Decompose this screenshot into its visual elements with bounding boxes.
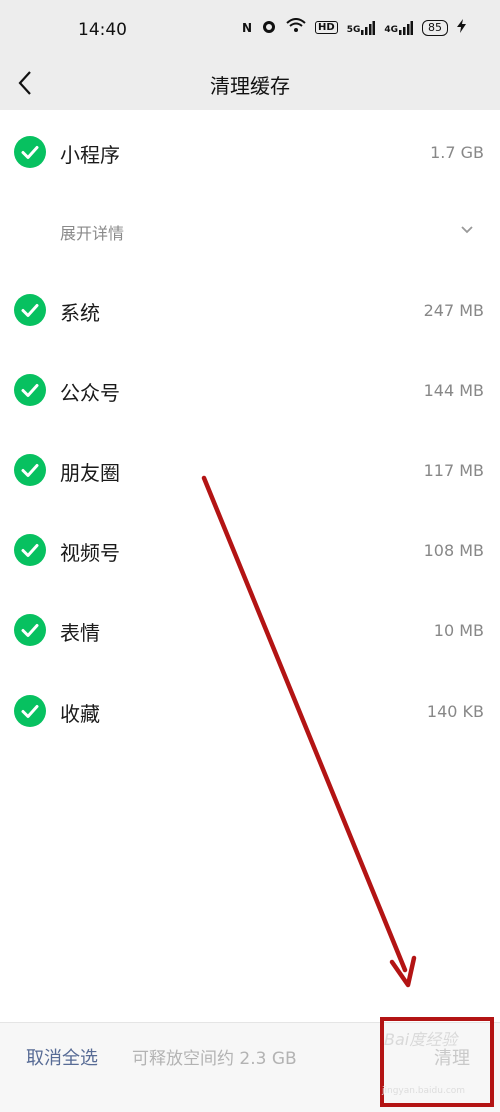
expand-details-row[interactable]: 展开详情 <box>0 200 500 260</box>
cache-item-label: 表情 <box>60 621 100 645</box>
status-time: 14:40 <box>78 20 127 40</box>
check-icon[interactable] <box>14 614 46 646</box>
hd-icon: HD <box>315 21 338 34</box>
check-icon[interactable] <box>14 695 46 727</box>
check-icon[interactable] <box>14 534 46 566</box>
check-icon[interactable] <box>14 374 46 406</box>
cache-item-channels[interactable]: 视频号 108 MB <box>0 520 500 580</box>
cache-item-favorites[interactable]: 收藏 140 KB <box>0 681 500 741</box>
free-space-text: 可释放空间约 2.3 GB <box>132 1049 297 1069</box>
status-icons: N HD 5G 4G 85 <box>242 18 466 37</box>
cache-item-mini-programs[interactable]: 小程序 1.7 GB <box>0 122 500 182</box>
chevron-down-icon <box>461 226 473 234</box>
cache-item-official-accounts[interactable]: 公众号 144 MB <box>0 360 500 420</box>
cache-item-size: 247 MB <box>423 301 484 320</box>
signal-5g-label: 5G <box>346 24 361 35</box>
check-icon[interactable] <box>14 136 46 168</box>
cache-item-label: 收藏 <box>60 702 100 726</box>
battery-icon: 85 <box>422 19 448 36</box>
watermark-url: jingyan.baidu.com <box>382 1086 466 1096</box>
check-icon[interactable] <box>14 454 46 486</box>
signal-4g-icon: 4G <box>384 20 413 35</box>
wifi-icon <box>286 18 306 37</box>
page-title: 清理缓存 <box>210 74 290 98</box>
deselect-all-button[interactable]: 取消全选 <box>26 1044 98 1070</box>
cache-item-label: 公众号 <box>60 381 120 405</box>
charging-icon <box>457 19 466 36</box>
check-icon[interactable] <box>14 294 46 326</box>
nfc-icon: N <box>241 20 253 35</box>
cache-item-size: 1.7 GB <box>430 143 484 162</box>
cache-item-system[interactable]: 系统 247 MB <box>0 280 500 340</box>
cache-item-size: 140 KB <box>426 702 484 721</box>
cache-item-moments[interactable]: 朋友圈 117 MB <box>0 440 500 500</box>
cache-item-stickers[interactable]: 表情 10 MB <box>0 600 500 660</box>
alarm-icon <box>261 18 277 37</box>
nav-bar: 清理缓存 <box>0 58 500 110</box>
signal-4g-label: 4G <box>384 24 398 35</box>
cache-item-label: 系统 <box>60 301 100 325</box>
signal-5g-icon: 5G <box>346 20 376 35</box>
cache-item-label: 小程序 <box>60 143 120 167</box>
cache-item-size: 117 MB <box>423 461 484 480</box>
watermark-text: Bai度经验 <box>384 1030 458 1049</box>
cache-item-size: 10 MB <box>433 621 484 640</box>
expand-details-label: 展开详情 <box>60 224 125 243</box>
cache-item-label: 朋友圈 <box>60 461 120 485</box>
cache-item-size: 108 MB <box>423 541 484 560</box>
cache-item-size: 144 MB <box>423 381 484 400</box>
cache-item-label: 视频号 <box>60 541 120 565</box>
status-bar: 14:40 N HD 5G 4G 85 <box>0 0 500 58</box>
